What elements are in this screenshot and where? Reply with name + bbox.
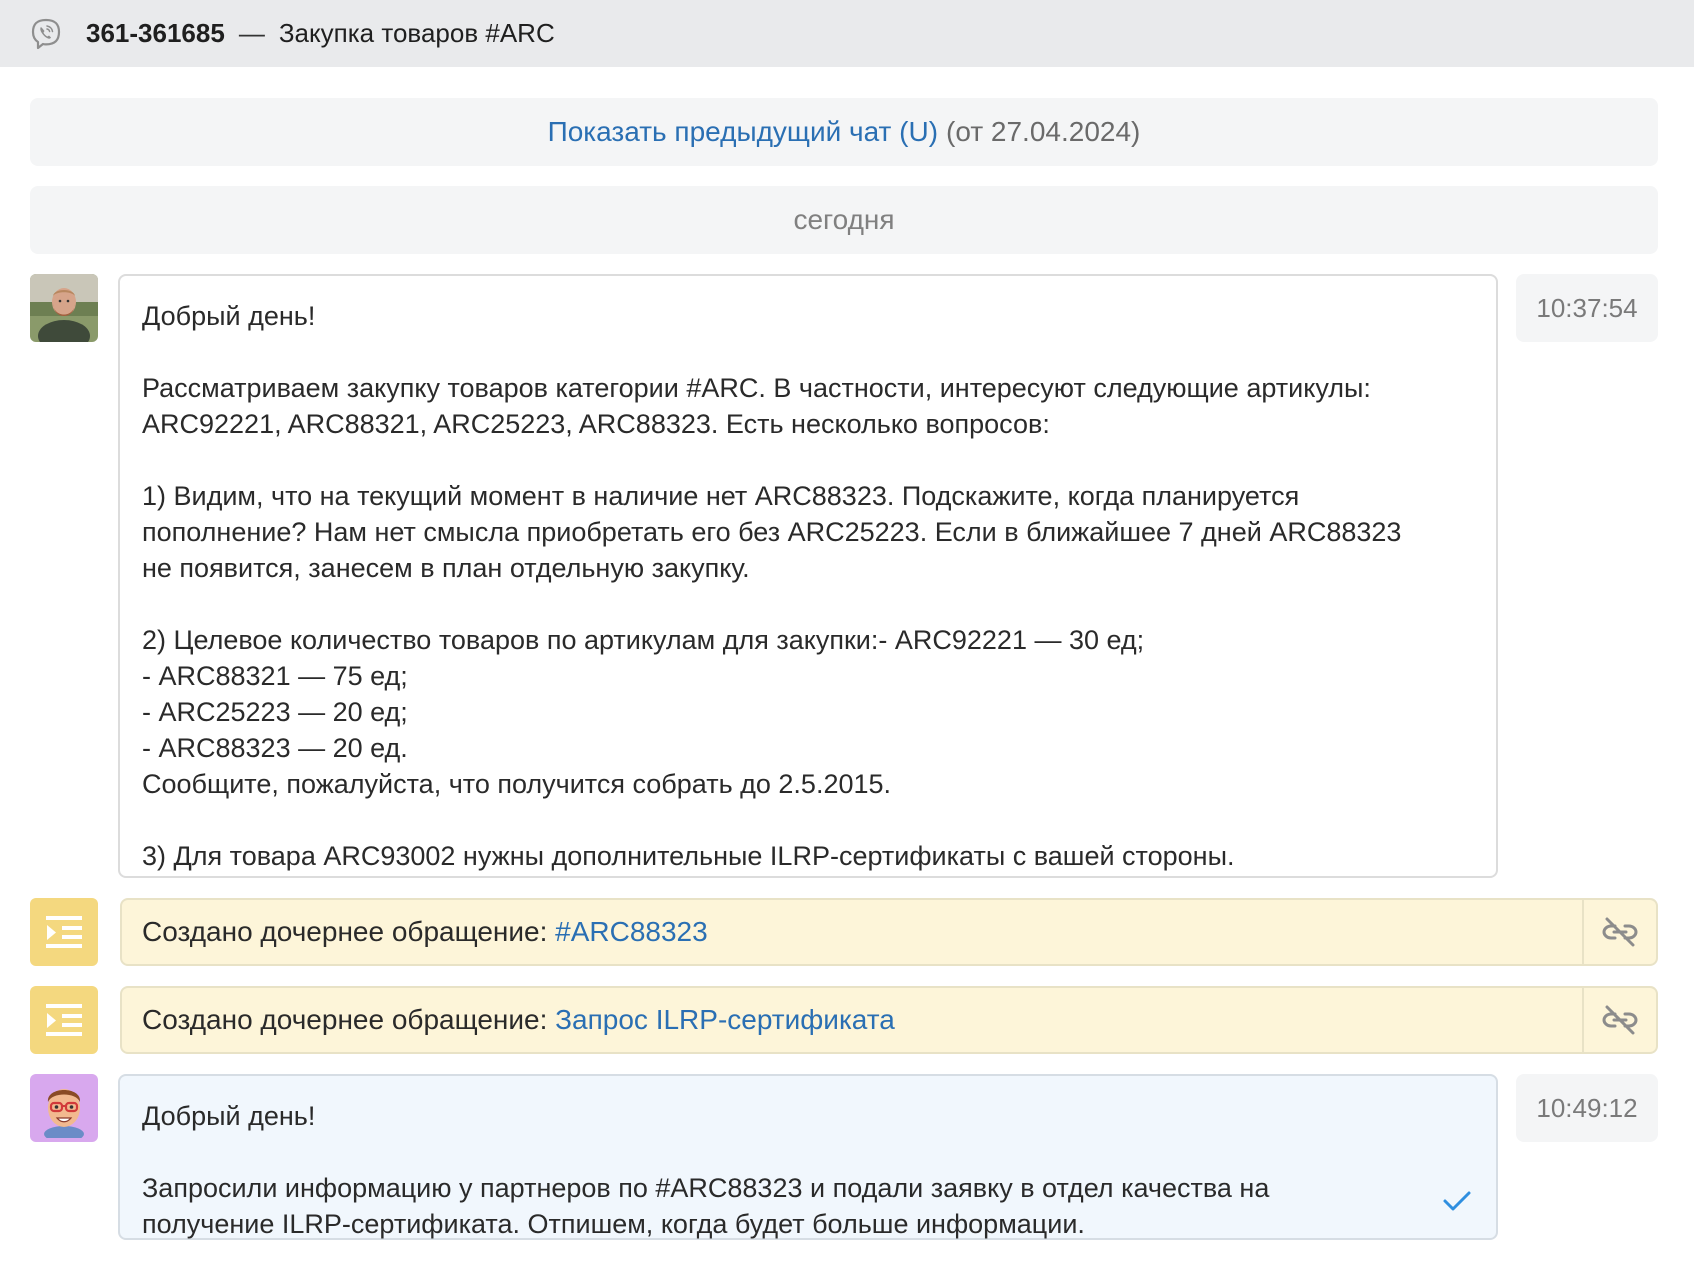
viber-icon (28, 16, 64, 52)
subtask-icon (46, 1004, 82, 1036)
subtask-avatar (30, 986, 98, 1054)
checkmark-icon (1442, 1186, 1472, 1222)
chat-header: 361-361685 — Закупка товаров #ARC (0, 0, 1694, 67)
customer-avatar[interactable] (30, 274, 98, 342)
contact-number: 361-361685 (86, 18, 225, 48)
outgoing-message: Добрый день! Запросили информацию у парт… (118, 1074, 1498, 1240)
event-text: Создано дочернее обращение: (142, 1004, 548, 1035)
subtask-created-event: Создано дочернее обращение: Запрос ILRP-… (120, 986, 1658, 1054)
incoming-message: Добрый день! Рассматриваем закупку товар… (118, 274, 1498, 878)
subtask-link[interactable]: #ARC88323 (555, 916, 708, 947)
agent-avatar[interactable] (30, 1074, 98, 1142)
message-paragraph: Добрый день! (142, 1101, 316, 1131)
unlink-icon (1602, 917, 1638, 947)
event-text: Создано дочернее обращение: (142, 916, 548, 947)
message-paragraph: Рассматриваем закупку товаров категории … (142, 373, 1371, 439)
title-separator: — (238, 18, 265, 48)
message-paragraph: 1) Видим, что на текущий момент в наличи… (142, 481, 1402, 583)
message-timestamp: 10:49:12 (1516, 1074, 1658, 1142)
message-paragraph: Добрый день! (142, 301, 316, 331)
subtask-icon (46, 916, 82, 948)
subtask-avatar (30, 898, 98, 966)
message-timestamp: 10:37:54 (1516, 274, 1658, 342)
message-paragraph: Запросили информацию у партнеров по #ARC… (142, 1173, 1270, 1239)
previous-chat-date: (от 27.04.2024) (946, 116, 1141, 147)
unlink-button[interactable] (1582, 900, 1656, 964)
unlink-icon (1602, 1005, 1638, 1035)
date-separator: сегодня (30, 186, 1658, 254)
previous-chat-bar: Показать предыдущий чат (U) (от 27.04.20… (30, 98, 1658, 166)
subtask-link[interactable]: Запрос ILRP-сертификата (555, 1004, 895, 1035)
subtask-created-event: Создано дочернее обращение: #ARC88323 (120, 898, 1658, 966)
unlink-button[interactable] (1582, 988, 1656, 1052)
message-paragraph: 2) Целевое количество товаров по артикул… (142, 625, 1145, 799)
message-paragraph: 3) Для товара ARC93002 нужны дополнитель… (142, 841, 1235, 871)
chat-title: Закупка товаров #ARC (278, 18, 555, 48)
show-previous-chat-link[interactable]: Показать предыдущий чат (U) (548, 116, 938, 148)
